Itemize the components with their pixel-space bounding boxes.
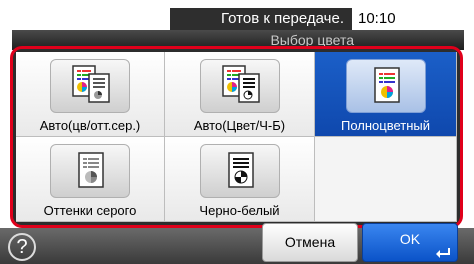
auto-color-bw-icon — [199, 59, 280, 113]
full-color-icon — [345, 59, 426, 113]
ok-label: OK — [399, 231, 421, 247]
black-white-icon — [199, 144, 280, 198]
auto-color-grayscale-icon — [50, 59, 130, 113]
empty-slot — [315, 137, 457, 222]
help-button[interactable]: ? — [8, 233, 36, 261]
option-auto-color-grayscale[interactable]: Авто(цв/отт.сер.) — [16, 52, 165, 137]
option-label: Полноцветный — [340, 118, 431, 133]
option-auto-color-bw[interactable]: Авто(Цвет/Ч-Б) — [165, 52, 315, 137]
option-label: Авто(Цвет/Ч-Б) — [193, 118, 286, 133]
bottom-action-bar: ? Отмена OK — [0, 223, 474, 264]
status-bar: Готов к передаче. 10:10 — [12, 8, 464, 30]
option-label: Авто(цв/отт.сер.) — [39, 118, 141, 133]
option-grayscale[interactable]: Оттенки серого — [16, 137, 165, 222]
status-time: 10:10 — [352, 8, 464, 30]
cancel-button[interactable]: Отмена — [262, 223, 358, 262]
grayscale-icon — [50, 144, 130, 198]
color-selection-panel: Авто(цв/отт.сер.) Авто(Цвет/Ч-Б) Полноцв… — [10, 46, 463, 228]
option-label: Черно-белый — [199, 203, 280, 218]
status-message: Готов к передаче. — [170, 8, 352, 30]
option-black-white[interactable]: Черно-белый — [165, 137, 315, 222]
ok-button[interactable]: OK — [362, 223, 458, 262]
option-full-color[interactable]: Полноцветный — [315, 52, 457, 137]
option-grid: Авто(цв/отт.сер.) Авто(Цвет/Ч-Б) Полноцв… — [16, 52, 457, 222]
enter-arrow-icon — [436, 248, 450, 258]
option-label: Оттенки серого — [43, 203, 137, 218]
